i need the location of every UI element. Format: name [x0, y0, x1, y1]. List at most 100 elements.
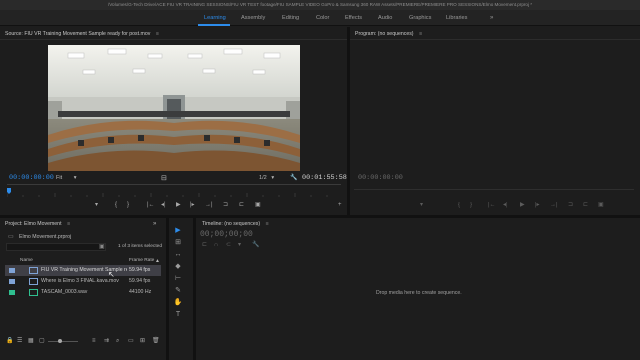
- export-frame-button[interactable]: ▣: [255, 201, 261, 209]
- window-title-bar: /Volumes/G-Tech Drive/ACE FIU VR TRAININ…: [0, 0, 640, 10]
- timeline-title: Timeline: (no sequences) ≡: [202, 221, 269, 227]
- add-marker-icon[interactable]: ▾: [238, 241, 241, 249]
- workspace-tab-libraries[interactable]: Libraries: [446, 10, 467, 26]
- zoom-slider[interactable]: [48, 341, 78, 342]
- go-to-out-button[interactable]: →|: [205, 201, 213, 209]
- project-item-row[interactable]: FIU VR Training Movement Sample ready fo…: [5, 265, 161, 276]
- selection-tool-icon[interactable]: ▶: [172, 225, 184, 236]
- panel-overflow-button[interactable]: »: [153, 219, 156, 229]
- active-workspace-indicator: [198, 24, 230, 26]
- program-timecode[interactable]: 00:00:00:00: [358, 174, 403, 182]
- video-clip-icon: [29, 267, 38, 274]
- item-frame-rate: 59.94 fps: [129, 278, 151, 284]
- nest-icon[interactable]: ⊏: [202, 241, 207, 249]
- mouse-cursor-icon: ↖: [108, 270, 115, 279]
- source-playhead-timecode[interactable]: 00:00:00:00: [9, 174, 54, 182]
- wrench-icon[interactable]: 🔧: [290, 174, 297, 181]
- item-name[interactable]: TASCAM_0003.wav: [41, 287, 127, 298]
- export-frame-icon[interactable]: ⊟: [161, 174, 167, 182]
- play-button[interactable]: ▶: [520, 201, 525, 209]
- project-bottom-toolbar: 🔒 ☰ ▦ ▢ ≡ ⇉ ⌕ ▭ ⊞ 🗑: [0, 334, 166, 348]
- wrench-icon[interactable]: 🔧: [252, 241, 259, 249]
- zoom-slider-handle[interactable]: [58, 339, 62, 343]
- type-tool-icon[interactable]: T: [172, 309, 184, 320]
- label-color-swatch[interactable]: [9, 279, 15, 284]
- automate-to-sequence-icon[interactable]: ⇉: [104, 337, 109, 345]
- mark-out-button[interactable]: }: [470, 201, 472, 209]
- step-forward-button[interactable]: |▸: [535, 201, 540, 209]
- workspace-tab-audio[interactable]: Audio: [378, 10, 392, 26]
- sort-icons-icon[interactable]: ≡: [92, 337, 96, 345]
- hand-tool-icon[interactable]: ✋: [172, 297, 184, 308]
- project-search-input[interactable]: [6, 243, 106, 251]
- mark-out-button[interactable]: }: [127, 201, 129, 209]
- new-item-icon[interactable]: ⊞: [140, 337, 145, 345]
- export-frame-button[interactable]: ▣: [598, 201, 604, 209]
- linked-selection-icon[interactable]: ⊂: [226, 241, 231, 249]
- lock-icon[interactable]: 🔒: [6, 337, 13, 345]
- column-header-frame-rate[interactable]: Frame Rate: [129, 258, 154, 263]
- ruler-ticks: [6, 188, 328, 197]
- mark-in-button[interactable]: {: [458, 201, 460, 209]
- extract-button[interactable]: ⊏: [583, 201, 588, 209]
- project-item-row[interactable]: Where is Elmo 3 FINAL.kava.mov 59.94 fps: [5, 276, 161, 287]
- overwrite-button[interactable]: ⊏: [239, 201, 244, 209]
- source-time-ruler[interactable]: [6, 184, 341, 197]
- add-marker-button[interactable]: ▾: [95, 201, 98, 209]
- add-marker-button[interactable]: ▾: [420, 201, 423, 209]
- workspace-tab-color[interactable]: Color: [316, 10, 329, 26]
- label-color-swatch[interactable]: [9, 268, 15, 273]
- resolution-dropdown[interactable]: 1/2 ▾: [259, 175, 274, 181]
- project-item-row[interactable]: TASCAM_0003.wav 44100 Hz: [5, 287, 161, 298]
- trash-icon[interactable]: 🗑: [152, 337, 160, 345]
- workspace-tab-editing[interactable]: Editing: [282, 10, 299, 26]
- freeform-view-icon[interactable]: ▢: [39, 337, 45, 345]
- timeline-timecode[interactable]: 00;00;00;00: [200, 230, 253, 239]
- source-transport-controls: ▾ { } |← ◂| ▶ |▸ →| ⊐ ⊏ ▣ +: [95, 201, 345, 211]
- snap-icon[interactable]: ∩: [214, 241, 218, 249]
- button-editor-plus[interactable]: +: [338, 201, 342, 209]
- sort-ascending-icon[interactable]: ▲: [155, 258, 160, 264]
- ripple-edit-tool-icon[interactable]: ↔: [172, 249, 184, 260]
- razor-tool-icon[interactable]: ◆: [172, 261, 184, 272]
- zoom-fit-dropdown[interactable]: Fit ▾: [56, 175, 77, 181]
- panel-menu-icon[interactable]: ≡: [156, 31, 159, 37]
- workspace-overflow-button[interactable]: »: [490, 10, 493, 26]
- panel-menu-icon[interactable]: ≡: [419, 31, 422, 37]
- item-frame-rate: 59.94 fps: [129, 267, 151, 273]
- program-monitor-title: Program: (no sequences) ≡: [355, 31, 423, 37]
- chevron-down-icon: ▾: [271, 175, 275, 181]
- track-select-tool-icon[interactable]: ⊞: [172, 237, 184, 248]
- pen-tool-icon[interactable]: ✎: [172, 285, 184, 296]
- go-to-in-button[interactable]: |←: [488, 201, 496, 209]
- go-to-out-button[interactable]: →|: [550, 201, 558, 209]
- list-view-icon[interactable]: ☰: [17, 337, 22, 345]
- chevron-down-icon: ▾: [73, 175, 77, 181]
- step-back-button[interactable]: ◂|: [161, 201, 166, 209]
- find-icon[interactable]: ⌕: [116, 337, 119, 345]
- slip-tool-icon[interactable]: ⊢: [172, 273, 184, 284]
- panel-menu-icon[interactable]: ≡: [266, 221, 269, 227]
- step-back-button[interactable]: ◂|: [503, 201, 508, 209]
- mark-in-button[interactable]: {: [115, 201, 117, 209]
- program-transport-controls: ▾ { } |← ◂| ▶ |▸ →| ⊐ ⊏ ▣: [420, 201, 635, 211]
- equirectangular-classroom-image: [48, 45, 300, 171]
- workspace-tab-assembly[interactable]: Assembly: [241, 10, 265, 26]
- step-forward-button[interactable]: |▸: [190, 201, 195, 209]
- lift-button[interactable]: ⊐: [568, 201, 573, 209]
- new-search-bin-icon[interactable]: ▣: [99, 243, 105, 250]
- program-time-ruler[interactable]: [354, 189, 634, 190]
- play-button[interactable]: ▶: [176, 201, 181, 209]
- workspace-tab-effects[interactable]: Effects: [345, 10, 362, 26]
- go-to-in-button[interactable]: |←: [147, 201, 155, 209]
- source-duration-timecode: 00:01:55:58: [302, 174, 347, 182]
- column-header-name[interactable]: Name: [20, 258, 33, 263]
- insert-button[interactable]: ⊐: [223, 201, 228, 209]
- timeline-empty-message: Drop media here to create sequence.: [376, 290, 462, 296]
- panel-menu-icon[interactable]: ≡: [67, 221, 70, 227]
- new-bin-icon[interactable]: ▭: [128, 337, 134, 345]
- source-video-frame[interactable]: [48, 45, 300, 171]
- label-color-swatch[interactable]: [9, 290, 15, 295]
- workspace-tab-graphics[interactable]: Graphics: [409, 10, 431, 26]
- icon-view-icon[interactable]: ▦: [28, 337, 34, 345]
